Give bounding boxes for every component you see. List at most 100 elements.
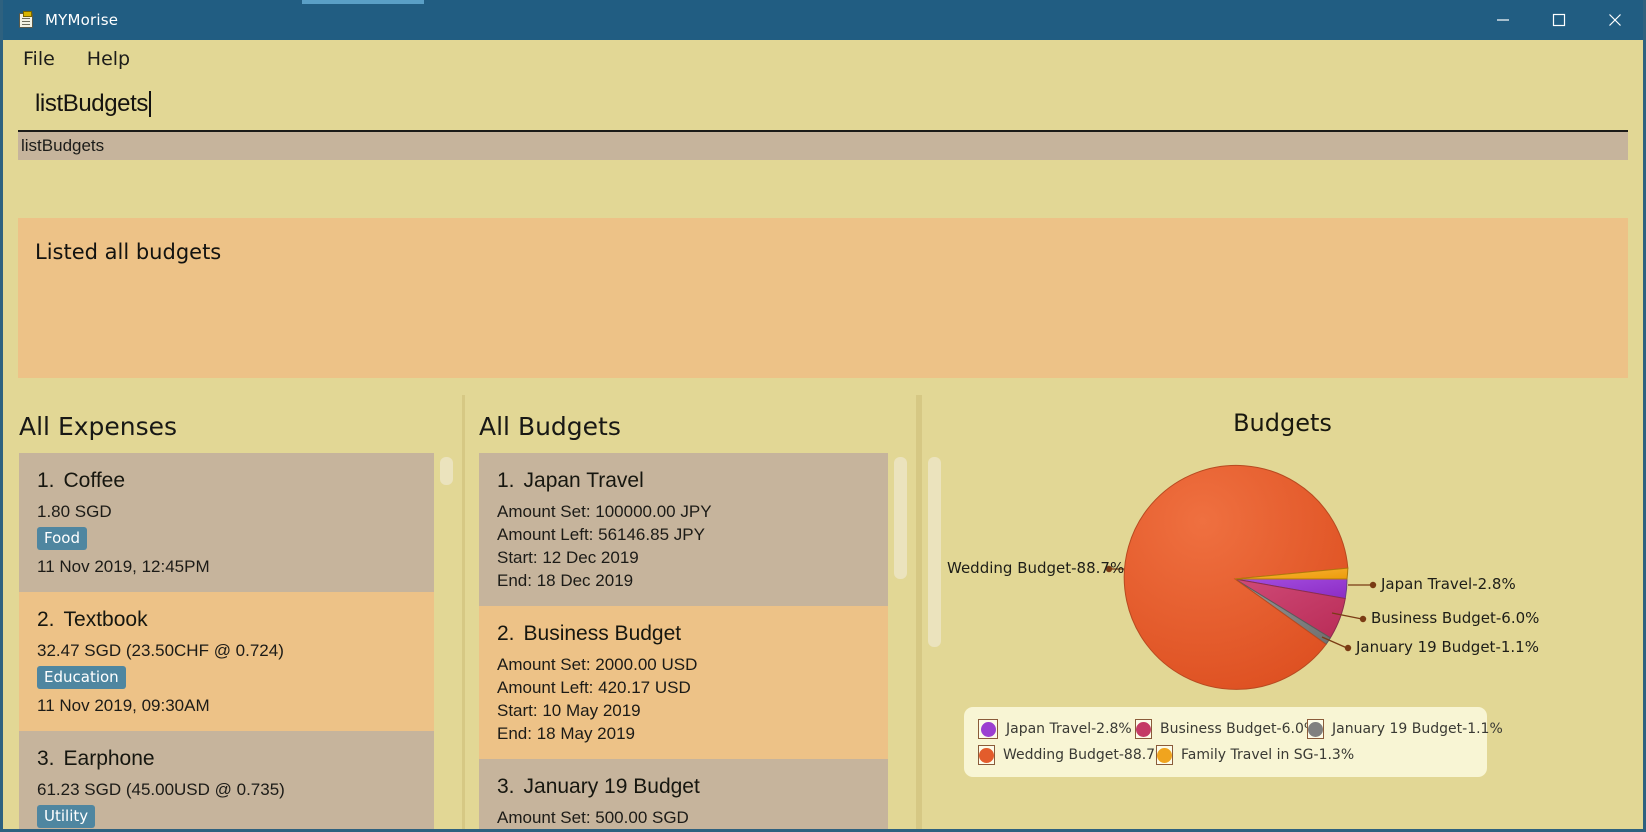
status-badge: Food	[37, 527, 87, 550]
pie-chart: Wedding Budget-88.7% Japan Travel-2.8% B…	[922, 437, 1643, 705]
chart-title: Budgets	[1233, 409, 1332, 437]
budget-amount-set: Amount Set: 2000.00 USD	[497, 655, 698, 674]
legend-item-wedding-budget[interactable]: Wedding Budget-88.7%	[978, 745, 1168, 765]
expense-tag-row: Food	[37, 527, 434, 550]
title-bar: MYMorise	[3, 0, 1643, 40]
window-title: MYMorise	[45, 11, 119, 29]
legend-item-family-travel-sg[interactable]: Family Travel in SG-1.3%	[1156, 745, 1354, 765]
expense-amount: 1.80 SGD	[37, 502, 112, 521]
expenses-scrollbar[interactable]	[438, 455, 454, 825]
budget-name: Business Budget	[523, 622, 682, 645]
budget-end: End: 18 May 2019	[497, 724, 635, 743]
legend-swatch-icon	[978, 745, 995, 765]
legend-swatch-icon	[1135, 719, 1152, 739]
pie-callout-january-19-budget: January 19 Budget-1.1%	[1356, 638, 1539, 656]
legend-swatch-icon	[1156, 745, 1173, 765]
legend-swatch-icon	[978, 719, 998, 739]
chart-panel-scrollbar[interactable]	[926, 455, 942, 825]
pie-callout-japan-travel: Japan Travel-2.8%	[1381, 575, 1516, 593]
budgets-list[interactable]: 1. Japan Travel Amount Set: 100000.00 JPY…	[479, 453, 888, 829]
maximize-button[interactable]	[1531, 0, 1587, 40]
list-item[interactable]: 2. Textbook 32.47 SGD (23.50CHF @ 0.724) …	[19, 592, 434, 731]
expense-name: Coffee	[63, 469, 126, 492]
menu-item-file[interactable]: File	[23, 48, 55, 70]
expenses-panel-title: All Expenses	[19, 412, 178, 441]
scrollbar-thumb[interactable]	[894, 457, 907, 579]
window-controls	[1475, 0, 1643, 40]
expense-title: 2. Textbook	[37, 608, 434, 632]
budget-start: Start: 12 Dec 2019	[497, 548, 639, 567]
budgets-panel-title: All Budgets	[479, 412, 621, 441]
budget-amount-left: Amount Left: 420.17 USD	[497, 678, 691, 697]
minimize-button[interactable]	[1475, 0, 1531, 40]
list-item[interactable]: 1. Japan Travel Amount Set: 100000.00 JPY…	[479, 453, 888, 606]
budget-end: End: 18 Dec 2019	[497, 571, 634, 590]
list-item[interactable]: 3. January 19 Budget Amount Set: 500.00 S…	[479, 759, 888, 829]
expense-datetime: 11 Nov 2019, 09:30AM	[37, 696, 210, 715]
budget-amount-left: Amount Left: 56146.85 JPY	[497, 525, 705, 544]
scrollbar-thumb[interactable]	[928, 457, 941, 647]
budget-title: 2. Business Budget	[497, 622, 888, 646]
command-input[interactable]: listBudgets	[18, 78, 1628, 132]
legend-item-january-19-budget[interactable]: January 19 Budget-1.1%	[1307, 719, 1503, 739]
budgets-scrollbar[interactable]	[892, 455, 908, 825]
command-suggestion-text: listBudgets	[21, 136, 105, 155]
legend-label: Japan Travel-2.8%	[1006, 721, 1132, 737]
status-badge: Utility	[37, 805, 96, 828]
legend-label: Business Budget-6.0%	[1160, 721, 1318, 737]
expense-amount: 32.47 SGD (23.50CHF @ 0.724)	[37, 641, 284, 660]
budget-amount-set: Amount Set: 100000.00 JPY	[497, 502, 712, 521]
text-caret	[149, 91, 151, 117]
budget-index: 3.	[497, 775, 515, 798]
legend-label: Family Travel in SG-1.3%	[1181, 747, 1355, 763]
budget-name: Japan Travel	[523, 469, 644, 492]
pie-callout-business-budget: Business Budget-6.0%	[1371, 609, 1540, 627]
pie-callout-wedding-budget: Wedding Budget-88.7%	[947, 559, 1125, 577]
budget-index: 1.	[497, 469, 515, 492]
budget-start: Start: 10 May 2019	[497, 701, 641, 720]
expense-index: 1.	[37, 469, 55, 492]
chart-panel: Budgets Wedding Budget-88.7% Japan Trave…	[919, 395, 1643, 829]
command-input-value: listBudgets	[35, 90, 148, 117]
list-item[interactable]: 3. Earphone 61.23 SGD (45.00USD @ 0.735) …	[19, 731, 434, 829]
legend-row: Wedding Budget-88.7% Family Travel in SG…	[978, 742, 1487, 768]
feedback-area: Listed all budgets	[3, 218, 1643, 378]
chart-legend: Japan Travel-2.8% Business Budget-6.0% J…	[964, 707, 1503, 777]
legend-swatch-icon	[1307, 719, 1324, 739]
expense-index: 2.	[37, 608, 55, 631]
budget-title: 3. January 19 Budget	[497, 775, 888, 799]
menu-item-help[interactable]: Help	[87, 48, 130, 70]
close-button[interactable]	[1587, 0, 1643, 40]
result-display-box: Listed all budgets	[18, 218, 1628, 378]
legend-label: Wedding Budget-88.7%	[1003, 747, 1169, 763]
legend-item-business-budget[interactable]: Business Budget-6.0%	[1135, 719, 1317, 739]
status-badge: Education	[37, 666, 126, 689]
expense-title: 1. Coffee	[37, 469, 434, 493]
title-bar-left: MYMorise	[3, 11, 118, 29]
scrollbar-thumb[interactable]	[440, 457, 453, 485]
legend-row: Japan Travel-2.8% Business Budget-6.0% J…	[978, 716, 1503, 742]
application-window: MYMorise File Help listBudgets listBudge…	[0, 0, 1646, 832]
window-tab-accent	[302, 0, 424, 4]
menu-bar: File Help	[3, 40, 1643, 78]
expense-name: Earphone	[63, 747, 155, 770]
expense-tag-row: Education	[37, 666, 434, 689]
expenses-panel: All Expenses 1. Coffee 1.80 SGD Food 11 N…	[3, 395, 462, 829]
expense-name: Textbook	[63, 608, 148, 631]
command-area: listBudgets listBudgets	[3, 78, 1643, 160]
legend-item-japan-travel[interactable]: Japan Travel-2.8%	[978, 719, 1135, 739]
expenses-list[interactable]: 1. Coffee 1.80 SGD Food 11 Nov 2019, 12:4…	[19, 453, 434, 829]
main-content: All Expenses 1. Coffee 1.80 SGD Food 11 N…	[3, 395, 1643, 829]
list-item[interactable]: 1. Coffee 1.80 SGD Food 11 Nov 2019, 12:4…	[19, 453, 434, 592]
budget-index: 2.	[497, 622, 515, 645]
list-item[interactable]: 2. Business Budget Amount Set: 2000.00 US…	[479, 606, 888, 759]
expense-title: 3. Earphone	[37, 747, 434, 771]
budgets-panel: All Budgets 1. Japan Travel Amount Set: 1…	[462, 395, 919, 829]
expense-datetime: 11 Nov 2019, 12:45PM	[37, 557, 210, 576]
legend-label: January 19 Budget-1.1%	[1332, 721, 1503, 737]
clipboard-icon	[17, 11, 35, 29]
budget-amount-set: Amount Set: 500.00 SGD	[497, 808, 689, 827]
expense-amount: 61.23 SGD (45.00USD @ 0.735)	[37, 780, 285, 799]
expense-index: 3.	[37, 747, 55, 770]
command-suggestion-strip[interactable]: listBudgets	[18, 132, 1628, 160]
